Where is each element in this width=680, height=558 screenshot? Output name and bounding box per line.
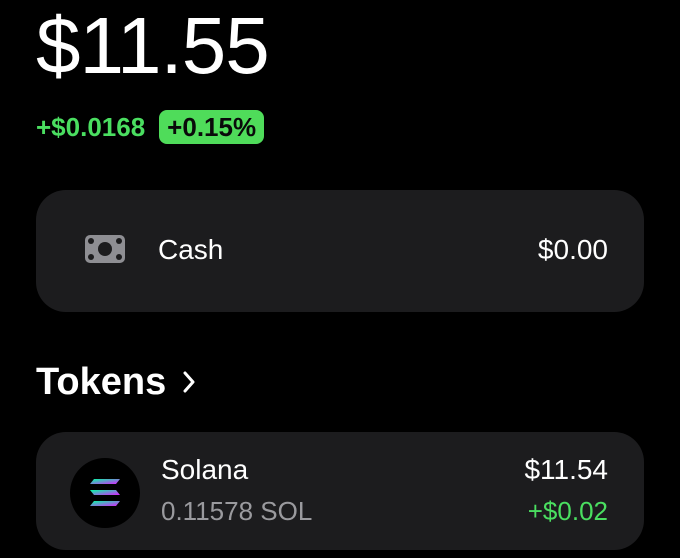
token-amount: 0.11578 SOL bbox=[161, 496, 313, 526]
balance-change-row: +$0.0168 +0.15% bbox=[36, 110, 265, 144]
cash-label: Cash bbox=[158, 234, 224, 265]
token-name: Solana bbox=[161, 454, 249, 485]
token-change: +$0.02 bbox=[527, 496, 608, 526]
balance-amount: $11.55 bbox=[36, 1, 270, 90]
token-value: $11.54 bbox=[524, 454, 608, 485]
solana-logo-icon bbox=[70, 458, 140, 528]
change-percent-badge: +0.15% bbox=[159, 110, 265, 144]
tokens-title: Tokens bbox=[36, 360, 167, 403]
token-row-solana[interactable]: Solana 0.11578 SOL $11.54 +$0.02 bbox=[36, 432, 644, 550]
tokens-header[interactable]: Tokens bbox=[36, 358, 196, 406]
cash-icon bbox=[85, 235, 125, 263]
cash-value: $0.00 bbox=[537, 234, 608, 265]
chevron-right-icon bbox=[183, 371, 195, 393]
cash-card[interactable]: Cash $0.00 bbox=[36, 190, 644, 312]
change-amount: +$0.0168 bbox=[36, 111, 146, 142]
